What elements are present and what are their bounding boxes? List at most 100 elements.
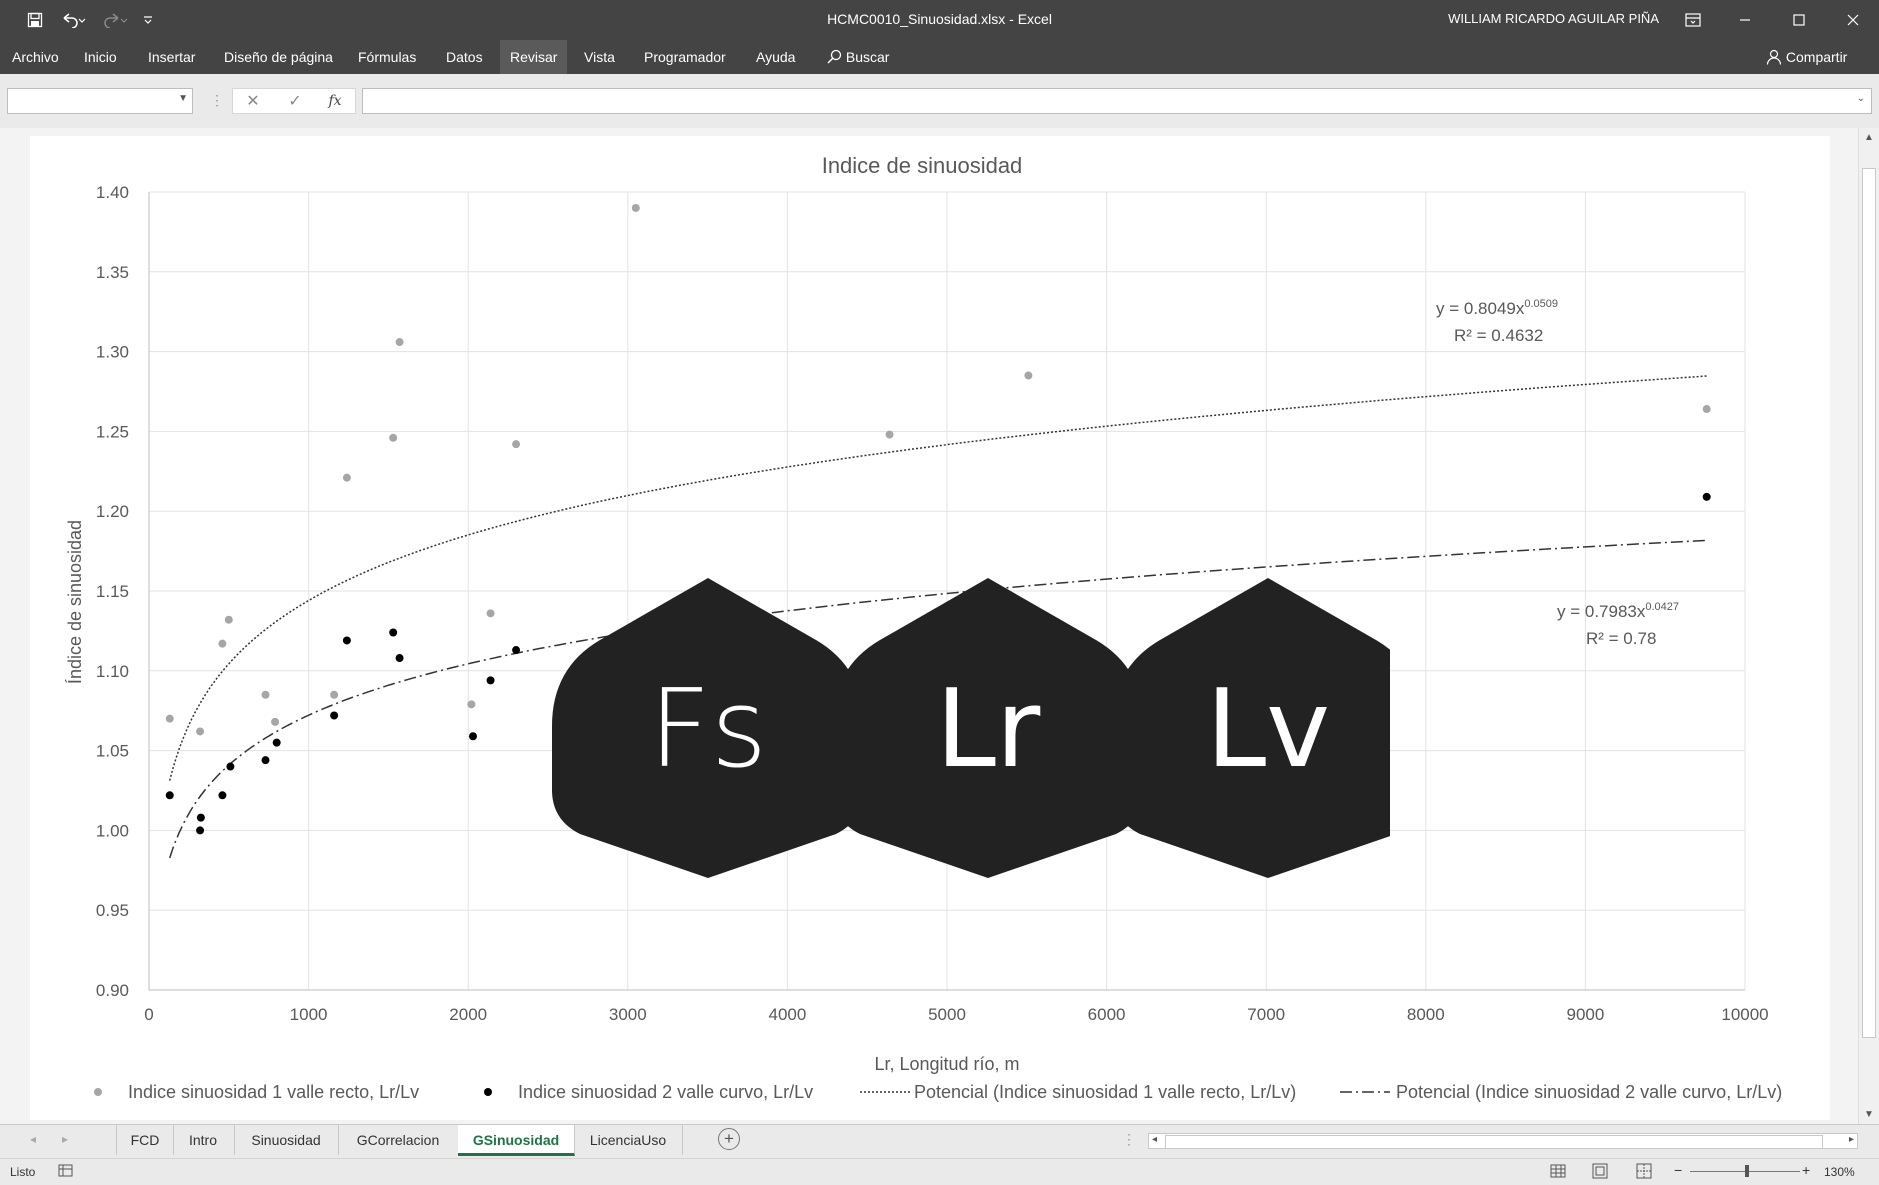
- tab-revisar[interactable]: Revisar: [500, 40, 568, 74]
- status-bar: Listo − + 130%: [0, 1158, 1879, 1185]
- page-layout-view-icon[interactable]: [1592, 1163, 1608, 1182]
- data-point-series-1: [271, 717, 280, 726]
- tab-insertar[interactable]: Insertar: [138, 40, 205, 74]
- search-button[interactable]: Buscar: [816, 40, 899, 74]
- sheet-tab-fcd[interactable]: FCD: [116, 1125, 174, 1155]
- normal-view-icon[interactable]: [1550, 1163, 1566, 1182]
- share-button[interactable]: Compartir: [1756, 40, 1857, 74]
- y-tick-label: 1.10: [96, 662, 129, 681]
- close-icon[interactable]: [1830, 0, 1876, 40]
- tab-split-handle-icon[interactable]: ⋮: [1122, 1131, 1136, 1148]
- page-break-view-icon[interactable]: [1636, 1163, 1652, 1182]
- data-point-series-2: [196, 826, 205, 835]
- zoom-out-icon[interactable]: −: [1674, 1162, 1682, 1178]
- hexagon-lv-label: Lv: [1206, 667, 1330, 792]
- minimize-icon[interactable]: [1722, 0, 1768, 40]
- trendline-1-label: y = 0.8049x0.0509 R² = 0.4632: [1436, 298, 1558, 345]
- data-point-series-1: [342, 473, 351, 482]
- cancel-icon[interactable]: ✕: [236, 88, 270, 114]
- resize-handle-icon[interactable]: ⋮: [210, 92, 224, 109]
- tab-formulas[interactable]: Fórmulas: [348, 40, 426, 74]
- legend[interactable]: Indice sinuosidad 1 valle recto, Lr/Lv I…: [94, 1082, 1782, 1102]
- x-tick-label: 6000: [1088, 1005, 1126, 1024]
- data-point-series-2: [272, 738, 281, 747]
- data-point-series-1: [224, 615, 233, 624]
- data-point-series-1: [467, 700, 476, 709]
- tab-vista[interactable]: Vista: [574, 40, 625, 74]
- enter-icon[interactable]: ✓: [278, 88, 312, 114]
- share-label: Compartir: [1785, 49, 1848, 65]
- legend-series-1: Indice sinuosidad 1 valle recto, Lr/Lv: [128, 1082, 419, 1102]
- zoom-level[interactable]: 130%: [1824, 1165, 1855, 1179]
- macro-record-icon[interactable]: [58, 1164, 74, 1181]
- title-bar: HCMC0010_Sinuosidad.xlsx - Excel WILLIAM…: [0, 0, 1879, 40]
- sheet-tab-gcorrelacion[interactable]: GCorrelacion: [338, 1125, 459, 1155]
- formula-input[interactable]: ⌄: [362, 88, 1872, 114]
- data-point-series-1: [196, 727, 205, 736]
- y-tick-label: 1.40: [96, 183, 129, 202]
- name-box-dropdown-icon[interactable]: ▼: [178, 93, 188, 104]
- expand-formula-icon[interactable]: ⌄: [1857, 93, 1865, 104]
- tab-ayuda[interactable]: Ayuda: [746, 40, 805, 74]
- sheet-tab-gsinuosidad[interactable]: GSinuosidad: [458, 1125, 575, 1156]
- name-box[interactable]: ▼: [7, 88, 193, 114]
- search-icon: [827, 49, 842, 64]
- person-icon: [1766, 49, 1782, 65]
- vertical-scrollbar[interactable]: ▲ ▼: [1858, 128, 1879, 1124]
- data-point-series-2: [261, 756, 270, 765]
- svg-text:y = 0.8049x0.0509: y = 0.8049x0.0509: [1436, 298, 1558, 318]
- tab-datos[interactable]: Datos: [436, 40, 493, 74]
- horizontal-scrollbar[interactable]: ◂ ▸: [1148, 1133, 1858, 1149]
- prev-sheet-icon[interactable]: ◂: [30, 1132, 36, 1146]
- tab-programador[interactable]: Programador: [634, 40, 736, 74]
- vertical-scroll-thumb[interactable]: [1862, 168, 1876, 1038]
- tab-inicio[interactable]: Inicio: [74, 40, 127, 74]
- sheet-tab-intro[interactable]: Intro: [172, 1125, 235, 1155]
- add-sheet-icon[interactable]: +: [718, 1128, 740, 1150]
- y-tick-label: 0.95: [96, 901, 129, 920]
- legend-trend-2: Potencial (Indice sinuosidad 2 valle cur…: [1396, 1082, 1782, 1102]
- data-point-series-2: [226, 762, 235, 771]
- x-tick-label: 2000: [449, 1005, 487, 1024]
- scroll-up-icon[interactable]: ▲: [1864, 132, 1874, 143]
- data-point-series-2: [165, 791, 174, 800]
- legend-series-2: Indice sinuosidad 2 valle curvo, Lr/Lv: [518, 1082, 813, 1102]
- chart-area[interactable]: 0 1000 2000 3000 4000 5000 6000 7000 8000 9000 100…: [30, 136, 1830, 1120]
- tab-diseno[interactable]: Diseño de página: [214, 40, 343, 74]
- x-tick-label: 7000: [1247, 1005, 1285, 1024]
- data-point-series-2: [1702, 492, 1711, 501]
- y-tick-label: 1.30: [96, 343, 129, 362]
- tab-archivo[interactable]: Archivo: [2, 40, 69, 74]
- user-name[interactable]: WILLIAM RICARDO AGUILAR PIÑA: [1448, 11, 1659, 26]
- trendline-1-exponent: 0.0509: [1524, 298, 1558, 310]
- next-sheet-icon[interactable]: ▸: [62, 1132, 68, 1146]
- horizontal-scroll-thumb[interactable]: [1165, 1135, 1823, 1149]
- zoom-slider-thumb[interactable]: [1745, 1165, 1749, 1177]
- y-tick-label: 1.00: [96, 821, 129, 840]
- sheet-tab-licenciauso[interactable]: LicenciaUso: [574, 1125, 683, 1155]
- data-point-series-2: [196, 813, 205, 822]
- insert-function-icon[interactable]: fx: [318, 88, 352, 114]
- x-tick-label: 0: [144, 1005, 153, 1024]
- maximize-icon[interactable]: [1776, 0, 1822, 40]
- scroll-right-icon[interactable]: ▸: [1849, 1134, 1854, 1145]
- data-point-series-1: [330, 690, 339, 699]
- scroll-down-icon[interactable]: ▼: [1864, 1109, 1874, 1120]
- sheet-tab-sinuosidad[interactable]: Sinuosidad: [234, 1125, 339, 1155]
- hexagon-lr: Lr: [832, 578, 1144, 878]
- sheet-tab-bar: ◂ ▸ FCD Intro Sinuosidad GCorrelacion GS…: [0, 1124, 1879, 1159]
- scroll-left-icon[interactable]: ◂: [1152, 1134, 1157, 1145]
- hexagon-fs: Fs: [552, 578, 864, 878]
- y-axis-label: Índice de sinuosidad: [65, 520, 85, 684]
- y-tick-label: 1.35: [96, 263, 129, 282]
- ribbon-display-icon[interactable]: [1670, 0, 1716, 40]
- data-point-series-2: [342, 636, 351, 645]
- x-tick-label: 1000: [290, 1005, 328, 1024]
- y-tick-label: 0.90: [96, 981, 129, 1000]
- legend-marker-series-1: [94, 1088, 102, 1096]
- trendline-1-r2: R² = 0.4632: [1454, 326, 1543, 345]
- zoom-in-icon[interactable]: +: [1802, 1162, 1810, 1178]
- data-point-series-1: [631, 203, 640, 212]
- data-point-series-2: [395, 654, 404, 663]
- chart-title: Indice de sinuosidad: [822, 153, 1023, 178]
